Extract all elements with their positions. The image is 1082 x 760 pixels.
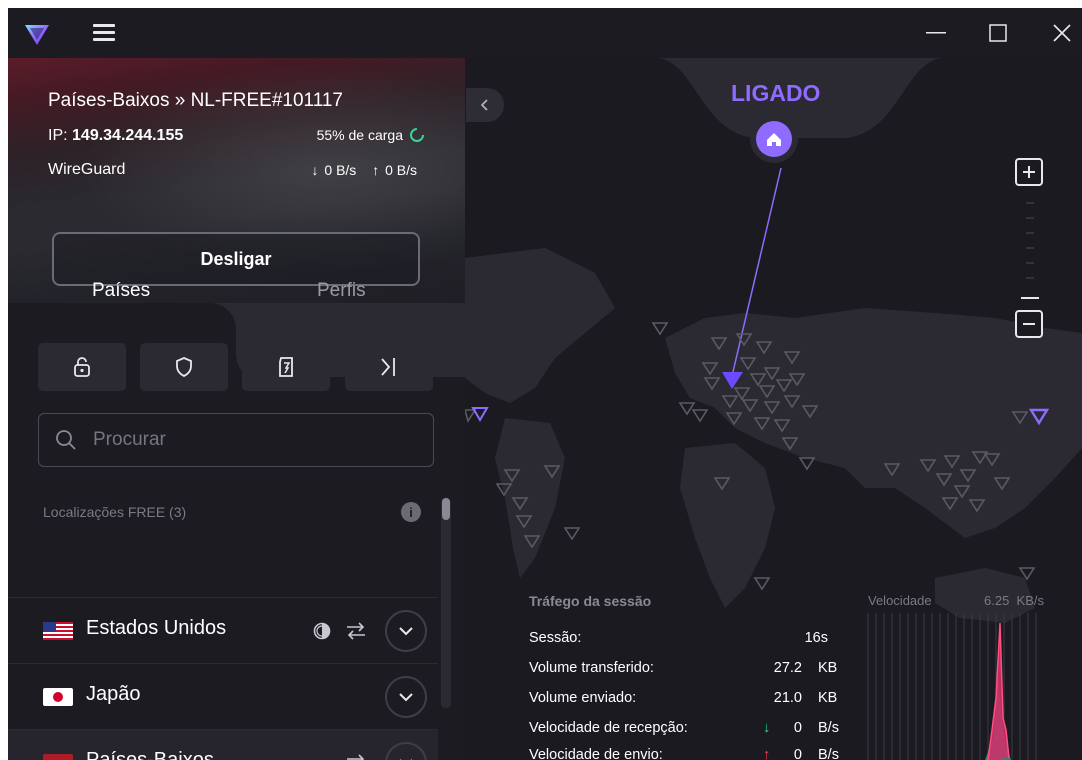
section-free-locations: Localizações FREE (3)	[43, 504, 187, 520]
proton-vpn-logo-icon	[25, 25, 49, 45]
stat-value: 16s	[804, 630, 828, 646]
country-name: Japão	[86, 683, 141, 705]
title-bar	[8, 8, 1082, 58]
minus-icon	[1023, 323, 1035, 325]
tab-profiles[interactable]: Perfis	[317, 280, 366, 302]
shield-icon	[176, 357, 192, 377]
download-arrow-icon: ↓	[763, 720, 771, 736]
filter-lock-button[interactable]	[38, 343, 126, 391]
stat-label: Velocidade de recepção:	[529, 720, 688, 736]
stat-label: Sessão:	[529, 630, 582, 646]
jp-flag-icon	[43, 688, 73, 706]
protocol-label: WireGuard	[48, 161, 126, 178]
tab-countries-label[interactable]: Países	[92, 280, 150, 302]
stat-unit: B/s	[818, 747, 839, 760]
country-row-nl[interactable]: Países-Baixos	[8, 729, 438, 760]
expand-button[interactable]	[385, 676, 427, 718]
menu-icon[interactable]	[93, 24, 115, 42]
home-marker[interactable]	[749, 114, 799, 164]
filter-skip-button[interactable]	[345, 343, 433, 391]
chevron-left-icon	[481, 99, 488, 111]
zoom-in-button[interactable]	[1015, 158, 1043, 186]
chevron-down-icon	[399, 693, 413, 702]
stat-value: 27.2	[773, 660, 802, 676]
collapse-sidebar-button[interactable]	[466, 88, 504, 122]
filter-shield-button[interactable]	[140, 343, 228, 391]
scrollbar[interactable]	[441, 498, 451, 708]
upload-arrow-icon: ↑	[763, 747, 771, 760]
p2p-icon	[347, 622, 365, 640]
download-arrow-icon: ↓	[311, 162, 319, 178]
filter-secure-core-button[interactable]	[242, 343, 330, 391]
speed-graph-max: 6.25 KB/s	[984, 593, 1045, 608]
stat-unit: KB	[818, 690, 838, 706]
country-name: Países-Baixos	[86, 749, 214, 760]
expand-button[interactable]	[385, 742, 427, 760]
search-box	[38, 413, 434, 467]
country-row-us[interactable]: Estados Unidos	[8, 597, 438, 663]
info-icon[interactable]: i	[401, 502, 421, 522]
zoom-out-button[interactable]	[1015, 310, 1043, 338]
transfer-speeds: ↓ 0 B/s ↑ 0 B/s	[311, 162, 417, 178]
lock-icon	[74, 357, 90, 377]
tor-icon	[313, 622, 331, 640]
stat-label: Velocidade de envio:	[529, 747, 663, 760]
session-traffic-title: Tráfego da sessão	[529, 593, 652, 609]
speed-graph-label: Velocidade	[868, 593, 932, 608]
minimize-button[interactable]	[916, 18, 956, 48]
skip-icon	[381, 358, 395, 376]
connection-status: LIGADO	[731, 80, 821, 106]
country-name: Estados Unidos	[86, 617, 227, 639]
server-load: 55% de carga	[317, 127, 425, 143]
search-icon	[56, 430, 76, 450]
close-button[interactable]	[1042, 18, 1082, 48]
connection-card: Países-Baixos » NL-FREE#101117 IP: 149.3…	[8, 58, 465, 303]
search-input[interactable]	[91, 426, 411, 454]
ip-address: IP: 149.34.244.155	[48, 127, 184, 144]
disconnect-button[interactable]: Desligar	[52, 232, 420, 286]
stat-unit: B/s	[818, 720, 839, 736]
expand-button[interactable]	[385, 610, 427, 652]
nl-flag-icon	[43, 754, 73, 760]
upload-arrow-icon: ↑	[372, 162, 380, 178]
chevron-down-icon	[399, 627, 413, 636]
load-ring-icon	[410, 128, 424, 142]
stat-unit: KB	[818, 660, 838, 676]
maximize-button[interactable]	[978, 18, 1018, 48]
app-window: Países-Baixos » NL-FREE#101117 IP: 149.3…	[8, 8, 1082, 760]
country-row-jp[interactable]: Japão	[8, 663, 438, 729]
stat-value: 0	[793, 747, 802, 760]
server-name: Países-Baixos » NL-FREE#101117	[48, 90, 344, 111]
us-flag-icon	[43, 622, 73, 640]
stat-value: 21.0	[773, 690, 802, 706]
p2p-icon	[347, 754, 365, 760]
secure-core-icon	[279, 357, 293, 377]
plus-icon	[1023, 166, 1035, 178]
stat-label: Volume transferido:	[529, 660, 654, 676]
stat-label: Volume enviado:	[529, 690, 637, 706]
stat-value: 0	[793, 720, 802, 736]
